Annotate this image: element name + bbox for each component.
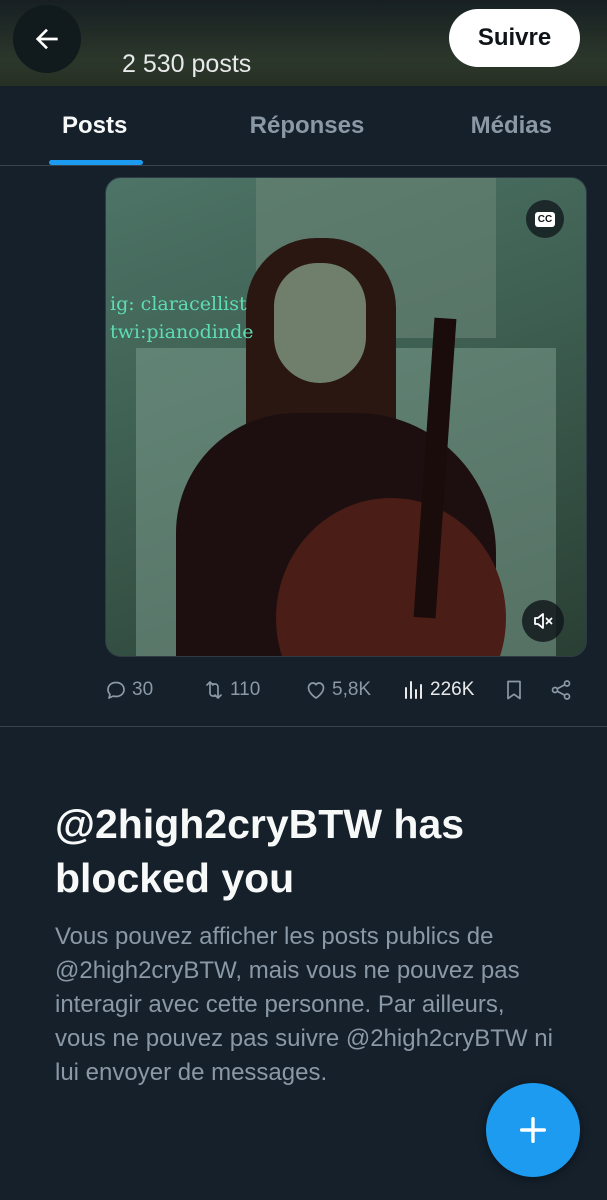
section-divider bbox=[0, 726, 607, 727]
post-video[interactable]: ig: claracellist twi:pianodinde CC bbox=[105, 177, 587, 657]
reply-count: 30 bbox=[132, 679, 154, 700]
views-button[interactable]: 226K bbox=[402, 678, 474, 702]
repost-count: 110 bbox=[230, 679, 261, 700]
tab-label: Posts bbox=[62, 111, 128, 139]
tab-replies[interactable]: Réponses bbox=[225, 86, 388, 165]
repost-icon bbox=[206, 681, 222, 699]
overlay-line: twi:pianodinde bbox=[110, 321, 254, 343]
mute-button[interactable] bbox=[522, 600, 564, 642]
share-icon bbox=[551, 680, 571, 700]
like-count: 5,8K bbox=[332, 679, 372, 700]
video-person-face bbox=[274, 263, 366, 383]
reply-button[interactable]: 30 bbox=[104, 678, 153, 702]
video-overlay-text: ig: claracellist twi:pianodinde bbox=[110, 290, 254, 346]
post-action-bar: 30 110 5,8K 226K bbox=[104, 672, 584, 708]
profile-tabs: Posts Réponses Médias bbox=[0, 86, 607, 166]
compose-button[interactable] bbox=[486, 1083, 580, 1177]
repost-button[interactable]: 110 bbox=[202, 678, 260, 702]
bookmark-icon bbox=[507, 680, 521, 700]
post-count: 2 530 posts bbox=[122, 50, 252, 78]
profile-header: 2 530 posts Suivre bbox=[0, 0, 607, 86]
blocked-title: @2high2cryBTW has blocked you bbox=[55, 801, 465, 901]
heart-icon bbox=[307, 682, 325, 699]
views-chart-icon bbox=[405, 681, 422, 699]
follow-button[interactable]: Suivre bbox=[449, 9, 580, 67]
blocked-description: Vous pouvez afficher les posts publics d… bbox=[55, 923, 553, 1086]
tab-posts[interactable]: Posts bbox=[0, 86, 225, 165]
like-button[interactable]: 5,8K bbox=[304, 678, 371, 702]
view-count: 226K bbox=[430, 679, 475, 700]
share-button[interactable] bbox=[549, 678, 573, 702]
tab-media[interactable]: Médias bbox=[389, 86, 607, 165]
overlay-line: ig: claracellist bbox=[110, 293, 247, 315]
tab-label: Réponses bbox=[249, 111, 365, 139]
speaker-muted-icon bbox=[534, 613, 553, 629]
reply-icon bbox=[107, 681, 125, 699]
tab-label: Médias bbox=[470, 111, 552, 139]
active-tab-indicator bbox=[49, 160, 143, 165]
arrow-left-icon bbox=[35, 28, 58, 50]
plus-icon bbox=[519, 1116, 547, 1144]
captions-button[interactable]: CC bbox=[526, 200, 564, 238]
bookmark-button[interactable] bbox=[502, 678, 526, 702]
cc-icon: CC bbox=[534, 211, 556, 227]
back-button[interactable] bbox=[13, 5, 81, 73]
